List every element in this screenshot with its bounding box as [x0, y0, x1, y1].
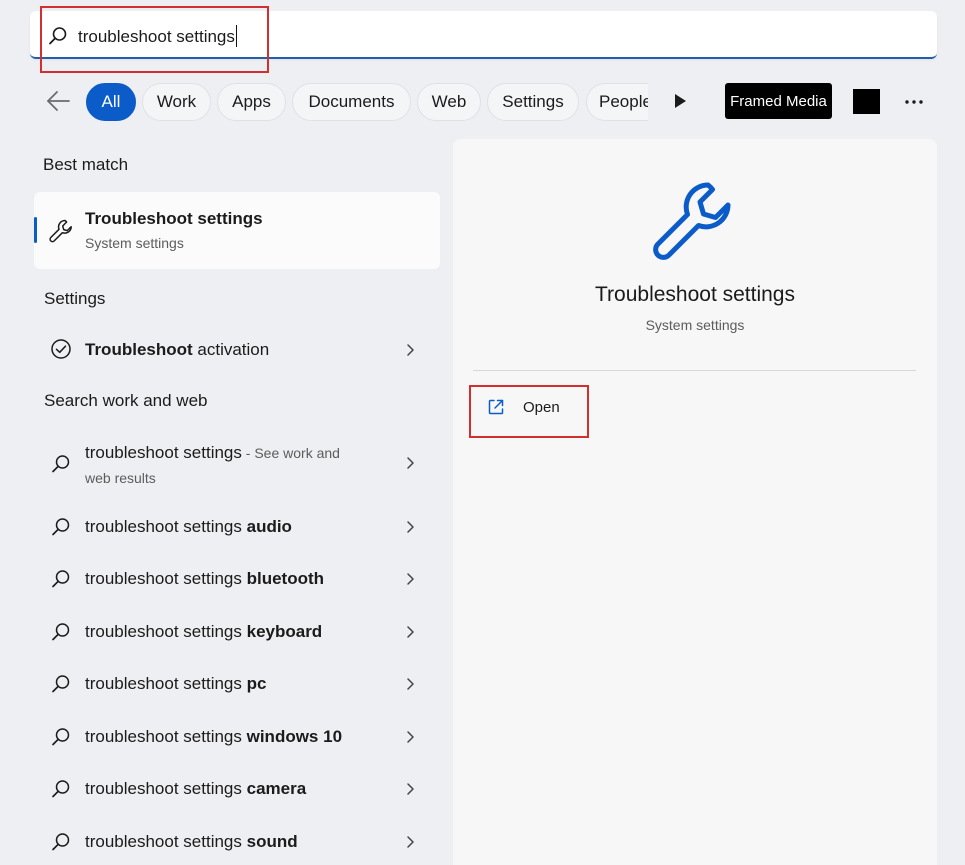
web-result-keyboard[interactable]: troubleshoot settings keyboard	[34, 615, 440, 649]
settings-item-troubleshoot-activation[interactable]: Troubleshoot activation	[34, 332, 440, 368]
open-button[interactable]: Open	[485, 396, 585, 420]
search-icon	[49, 27, 67, 45]
web-result-label: troubleshoot settings windows 10	[85, 727, 343, 746]
chevron-right-icon	[407, 521, 414, 533]
settings-heading: Settings	[44, 289, 106, 308]
chevron-right-icon	[407, 783, 414, 795]
web-result-hint: web results	[85, 470, 156, 486]
open-label: Open	[523, 399, 560, 416]
web-result-bluetooth[interactable]: troubleshoot settings bluetooth	[34, 562, 440, 596]
web-result-pc[interactable]: troubleshoot settings pc	[34, 667, 440, 701]
filter-chip-documents[interactable]: Documents	[292, 83, 411, 121]
chevron-right-icon	[407, 573, 414, 585]
detail-subtitle: System settings	[645, 317, 745, 333]
wrench-icon	[653, 182, 731, 260]
open-external-icon	[488, 399, 504, 415]
search-bar[interactable]: troubleshoot settings	[30, 11, 937, 59]
play-icon[interactable]	[672, 92, 688, 110]
web-result-label: troubleshoot settings keyboard	[85, 622, 323, 641]
search-icon	[52, 623, 70, 641]
search-icon	[52, 518, 70, 536]
filter-chip-apps[interactable]: Apps	[217, 83, 286, 121]
redaction-block	[853, 89, 880, 114]
web-result-windows-10[interactable]: troubleshoot settings windows 10	[34, 720, 440, 754]
filter-bar: All Work Apps Documents Web Settings Peo…	[0, 80, 965, 124]
web-result-see-more[interactable]: troubleshoot settings - See work and web…	[34, 436, 440, 492]
web-result-label: troubleshoot settings sound	[85, 832, 298, 851]
best-match-title: Troubleshoot settings	[85, 209, 263, 228]
ellipsis-icon[interactable]	[904, 94, 924, 110]
check-circle-icon	[51, 339, 71, 359]
search-icon	[52, 570, 70, 588]
framed-media-label: Framed Media	[725, 83, 832, 119]
detail-divider	[473, 370, 916, 371]
chevron-right-icon	[407, 836, 414, 848]
settings-item-label: Troubleshoot activation	[85, 340, 270, 359]
text-caret	[235, 25, 237, 47]
wrench-icon	[49, 219, 72, 243]
web-result-sound[interactable]: troubleshoot settings sound	[34, 825, 440, 859]
web-result-label: troubleshoot settings bluetooth	[85, 569, 325, 588]
detail-title: Troubleshoot settings	[594, 283, 795, 306]
search-icon	[52, 728, 70, 746]
chevron-right-icon	[407, 626, 414, 638]
filter-chip-settings[interactable]: Settings	[487, 83, 579, 121]
search-input[interactable]: troubleshoot settings	[78, 25, 237, 47]
chevron-right-icon	[407, 678, 414, 690]
selection-accent	[34, 217, 37, 243]
web-result-label: troubleshoot settings audio	[85, 517, 292, 536]
web-result-label: troubleshoot settings - See work and	[85, 443, 340, 462]
web-result-audio[interactable]: troubleshoot settings audio	[34, 510, 440, 544]
arrow-left-icon[interactable]	[44, 89, 72, 113]
detail-pane: Troubleshoot settings System settings Op…	[453, 139, 937, 865]
web-result-camera[interactable]: troubleshoot settings camera	[34, 772, 440, 806]
chevron-right-icon	[407, 344, 414, 356]
filter-chip-web[interactable]: Web	[417, 83, 481, 121]
chevron-right-icon	[407, 731, 414, 743]
best-match-subtitle: System settings	[85, 235, 184, 251]
filter-chip-work[interactable]: Work	[142, 83, 211, 121]
chevron-right-icon	[407, 457, 414, 469]
best-match-heading: Best match	[43, 155, 129, 174]
web-result-label: troubleshoot settings pc	[85, 674, 267, 693]
search-web-heading: Search work and web	[44, 391, 208, 410]
filter-chip-all[interactable]: All	[86, 83, 136, 121]
search-icon	[52, 780, 70, 798]
best-match-result[interactable]: Troubleshoot settings System settings	[34, 192, 440, 269]
filter-chip-people[interactable]: People	[586, 83, 648, 121]
search-icon	[52, 455, 70, 473]
search-icon	[52, 675, 70, 693]
web-result-label: troubleshoot settings camera	[85, 779, 307, 798]
search-icon	[52, 833, 70, 851]
